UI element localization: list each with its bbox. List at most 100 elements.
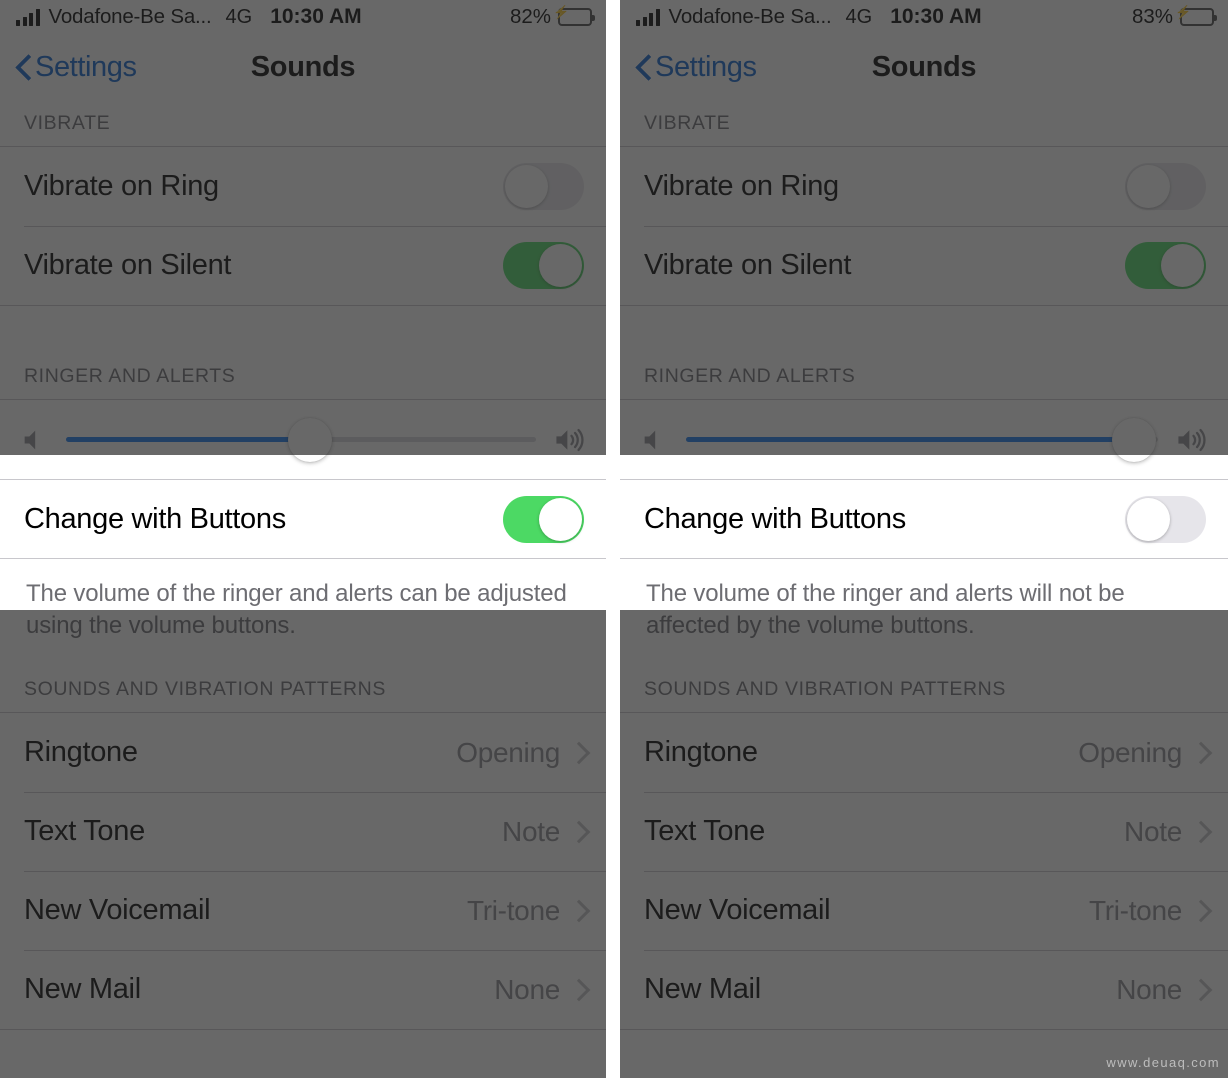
row-vibrate-on-silent[interactable]: Vibrate on Silent bbox=[0, 226, 606, 305]
chevron-right-icon bbox=[571, 900, 584, 922]
row-control: Tri-tone bbox=[1089, 895, 1206, 927]
row-value: None bbox=[494, 973, 560, 1005]
status-bar-left: Vodafone-Be Sa... 4G 10:30 AM bbox=[636, 5, 982, 29]
row-change-with-buttons[interactable]: Change with Buttons bbox=[620, 479, 1228, 558]
volume-slider-track[interactable] bbox=[686, 416, 1158, 463]
carrier-label: Vodafone-Be Sa... bbox=[668, 5, 832, 28]
panel-gutter bbox=[606, 0, 620, 1078]
row-new-mail[interactable]: New Mail None bbox=[620, 950, 1228, 1029]
chevron-right-icon bbox=[571, 821, 584, 843]
section-header-vibrate: VIBRATE bbox=[24, 112, 111, 134]
navigation-bar: Settings Sounds bbox=[0, 34, 606, 100]
row-control bbox=[1125, 242, 1206, 289]
signal-bars-icon bbox=[636, 8, 660, 26]
volume-slider-thumb[interactable] bbox=[1112, 417, 1157, 462]
status-bar-right: 82% ⚡ bbox=[510, 5, 595, 29]
row-label: New Mail bbox=[644, 973, 761, 1005]
row-label: Vibrate on Ring bbox=[644, 170, 839, 202]
volume-slider-track[interactable] bbox=[66, 416, 536, 463]
phone-screen-left: Vodafone-Be Sa... 4G 10:30 AM 82% ⚡ Sett… bbox=[0, 0, 606, 1078]
back-button-label: Settings bbox=[35, 50, 137, 83]
row-text-tone[interactable]: Text Tone Note bbox=[0, 792, 606, 871]
row-control: Tri-tone bbox=[467, 895, 584, 927]
row-new-voicemail[interactable]: New Voicemail Tri-tone bbox=[0, 871, 606, 950]
speaker-high-icon bbox=[1176, 425, 1210, 455]
row-vibrate-on-ring[interactable]: Vibrate on Ring bbox=[0, 147, 606, 226]
row-new-voicemail[interactable]: New Voicemail Tri-tone bbox=[620, 871, 1228, 950]
row-label: New Voicemail bbox=[644, 894, 831, 926]
row-control bbox=[1125, 495, 1206, 543]
volume-slider-row[interactable] bbox=[620, 400, 1228, 479]
row-control: Note bbox=[1124, 816, 1206, 848]
toggle-vibrate-on-ring[interactable] bbox=[1125, 163, 1206, 210]
clock-label: 10:30 AM bbox=[890, 5, 982, 28]
tones-list: Ringtone Opening Text Tone Note New Voic… bbox=[620, 712, 1228, 1030]
row-label: Vibrate on Ring bbox=[24, 170, 219, 202]
row-control: None bbox=[494, 974, 584, 1006]
section-header-vibrate: VIBRATE bbox=[644, 112, 731, 134]
back-button[interactable]: Settings bbox=[16, 51, 137, 84]
row-ringtone[interactable]: Ringtone Opening bbox=[620, 713, 1228, 792]
chevron-right-icon bbox=[1193, 979, 1206, 1001]
chevron-right-icon bbox=[1193, 900, 1206, 922]
row-change-with-buttons[interactable]: Change with Buttons bbox=[0, 479, 606, 558]
row-control: Opening bbox=[1078, 737, 1206, 769]
tones-list: Ringtone Opening Text Tone Note New Voic… bbox=[0, 712, 606, 1030]
toggle-vibrate-on-silent[interactable] bbox=[503, 242, 584, 289]
navigation-bar: Settings Sounds bbox=[620, 34, 1228, 100]
row-ringtone[interactable]: Ringtone Opening bbox=[0, 713, 606, 792]
row-control bbox=[1125, 163, 1206, 210]
status-bar-right: 83% ⚡ bbox=[1132, 5, 1217, 29]
volume-slider-fill bbox=[686, 437, 1135, 442]
vibrate-list: Vibrate on Ring Vibrate on Silent bbox=[620, 146, 1228, 306]
row-vibrate-on-silent[interactable]: Vibrate on Silent bbox=[620, 226, 1228, 305]
network-type-label: 4G bbox=[845, 5, 873, 28]
volume-slider-row[interactable] bbox=[0, 400, 606, 479]
row-label: Text Tone bbox=[24, 815, 145, 847]
network-type-label: 4G bbox=[225, 5, 253, 28]
row-value: Note bbox=[502, 815, 560, 847]
toggle-vibrate-on-silent[interactable] bbox=[1125, 242, 1206, 289]
row-text-tone[interactable]: Text Tone Note bbox=[620, 792, 1228, 871]
row-vibrate-on-ring[interactable]: Vibrate on Ring bbox=[620, 147, 1228, 226]
status-bar: Vodafone-Be Sa... 4G 10:30 AM 82% ⚡ bbox=[0, 0, 606, 34]
speaker-high-icon bbox=[554, 425, 588, 455]
toggle-change-with-buttons[interactable] bbox=[503, 495, 584, 543]
comparison-stage: Vodafone-Be Sa... 4G 10:30 AM 82% ⚡ Sett… bbox=[0, 0, 1228, 1078]
row-label: New Mail bbox=[24, 973, 141, 1005]
ringer-list: Change with Buttons bbox=[620, 399, 1228, 559]
battery-charging-icon: ⚡ bbox=[553, 5, 595, 26]
row-control: Opening bbox=[456, 737, 584, 769]
section-header-ringer-alerts: RINGER AND ALERTS bbox=[644, 365, 856, 387]
status-bar: Vodafone-Be Sa... 4G 10:30 AM 83% ⚡ bbox=[620, 0, 1228, 34]
vibrate-list: Vibrate on Ring Vibrate on Silent bbox=[0, 146, 606, 306]
phone-screen-right: Vodafone-Be Sa... 4G 10:30 AM 83% ⚡ Sett… bbox=[620, 0, 1228, 1078]
screen-content-left: Vodafone-Be Sa... 4G 10:30 AM 82% ⚡ Sett… bbox=[0, 0, 606, 1078]
row-label: Change with Buttons bbox=[644, 502, 906, 535]
screen-content-right: Vodafone-Be Sa... 4G 10:30 AM 83% ⚡ Sett… bbox=[620, 0, 1228, 1078]
chevron-left-icon bbox=[636, 55, 651, 80]
speaker-low-icon bbox=[20, 426, 48, 454]
row-value: Opening bbox=[1078, 736, 1182, 768]
row-new-mail[interactable]: New Mail None bbox=[0, 950, 606, 1029]
back-button[interactable]: Settings bbox=[636, 51, 757, 84]
volume-slider-thumb[interactable] bbox=[288, 417, 333, 462]
chevron-right-icon bbox=[571, 979, 584, 1001]
row-label: Vibrate on Silent bbox=[24, 249, 232, 281]
row-label: Ringtone bbox=[644, 736, 758, 768]
volume-slider-fill bbox=[66, 437, 311, 442]
chevron-right-icon bbox=[1193, 742, 1206, 764]
toggle-vibrate-on-ring[interactable] bbox=[503, 163, 584, 210]
row-value: Opening bbox=[456, 736, 560, 768]
toggle-change-with-buttons[interactable] bbox=[1125, 495, 1206, 543]
ringer-list: Change with Buttons bbox=[0, 399, 606, 559]
row-value: Tri-tone bbox=[466, 894, 560, 926]
ringer-description-note: The volume of the ringer and alerts will… bbox=[646, 580, 1125, 639]
carrier-label: Vodafone-Be Sa... bbox=[48, 5, 212, 28]
clock-label: 10:30 AM bbox=[270, 5, 362, 28]
row-label: Ringtone bbox=[24, 736, 138, 768]
row-control: Note bbox=[502, 816, 584, 848]
chevron-right-icon bbox=[1193, 821, 1206, 843]
